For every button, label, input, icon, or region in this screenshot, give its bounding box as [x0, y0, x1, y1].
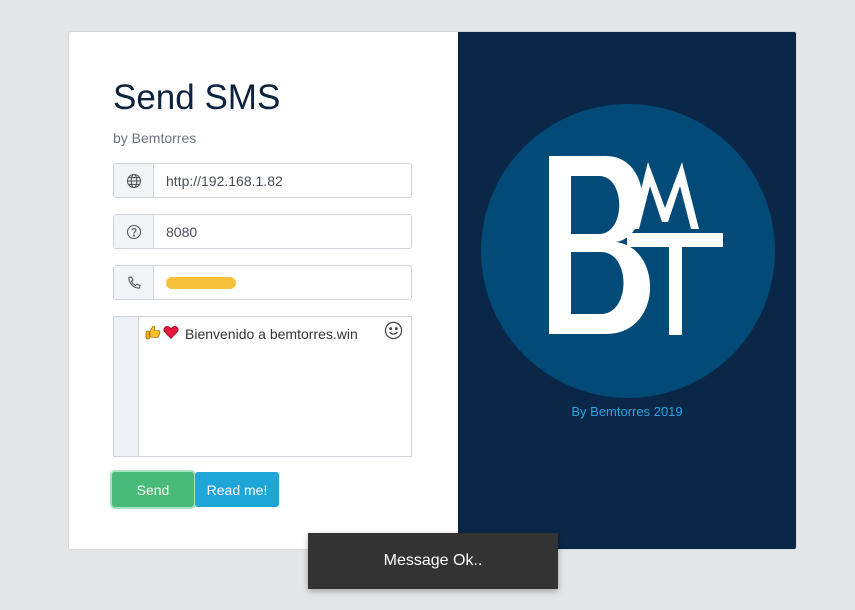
globe-icon — [114, 164, 154, 197]
form-panel: Send SMS by Bemtorres http://192.168.1.8… — [69, 32, 458, 549]
phone-field — [113, 265, 412, 300]
logo-circle — [481, 104, 775, 398]
redacted-phone — [166, 277, 236, 289]
smiley-icon[interactable] — [384, 321, 403, 345]
brand-panel: By Bemtorres 2019 — [458, 32, 796, 549]
send-button[interactable]: Send — [112, 472, 194, 507]
url-field — [113, 163, 412, 198]
port-input[interactable] — [154, 215, 411, 248]
message-text: Bienvenido a bemtorres.win — [185, 325, 358, 342]
port-field — [113, 214, 412, 249]
url-input[interactable] — [154, 164, 411, 197]
page-title: Send SMS — [113, 78, 281, 117]
message-content[interactable]: Bienvenido a bemtorres.win — [139, 317, 411, 456]
brand-caption: By Bemtorres 2019 — [571, 404, 683, 419]
message-textarea[interactable]: Bienvenido a bemtorres.win — [113, 316, 412, 457]
message-line: Bienvenido a bemtorres.win — [145, 324, 358, 343]
red-heart-icon — [163, 324, 179, 343]
bmt-logo-icon — [549, 156, 723, 335]
byline: by Bemtorres — [113, 130, 197, 146]
sms-card: Send SMS by Bemtorres http://192.168.1.8… — [68, 31, 797, 550]
phone-icon — [114, 266, 154, 299]
message-gutter — [114, 317, 139, 456]
toast-notification: Message Ok.. — [308, 533, 558, 589]
read-me-button[interactable]: Read me! — [195, 472, 279, 507]
question-circle-icon — [114, 215, 154, 248]
thumbs-up-icon — [145, 324, 161, 343]
